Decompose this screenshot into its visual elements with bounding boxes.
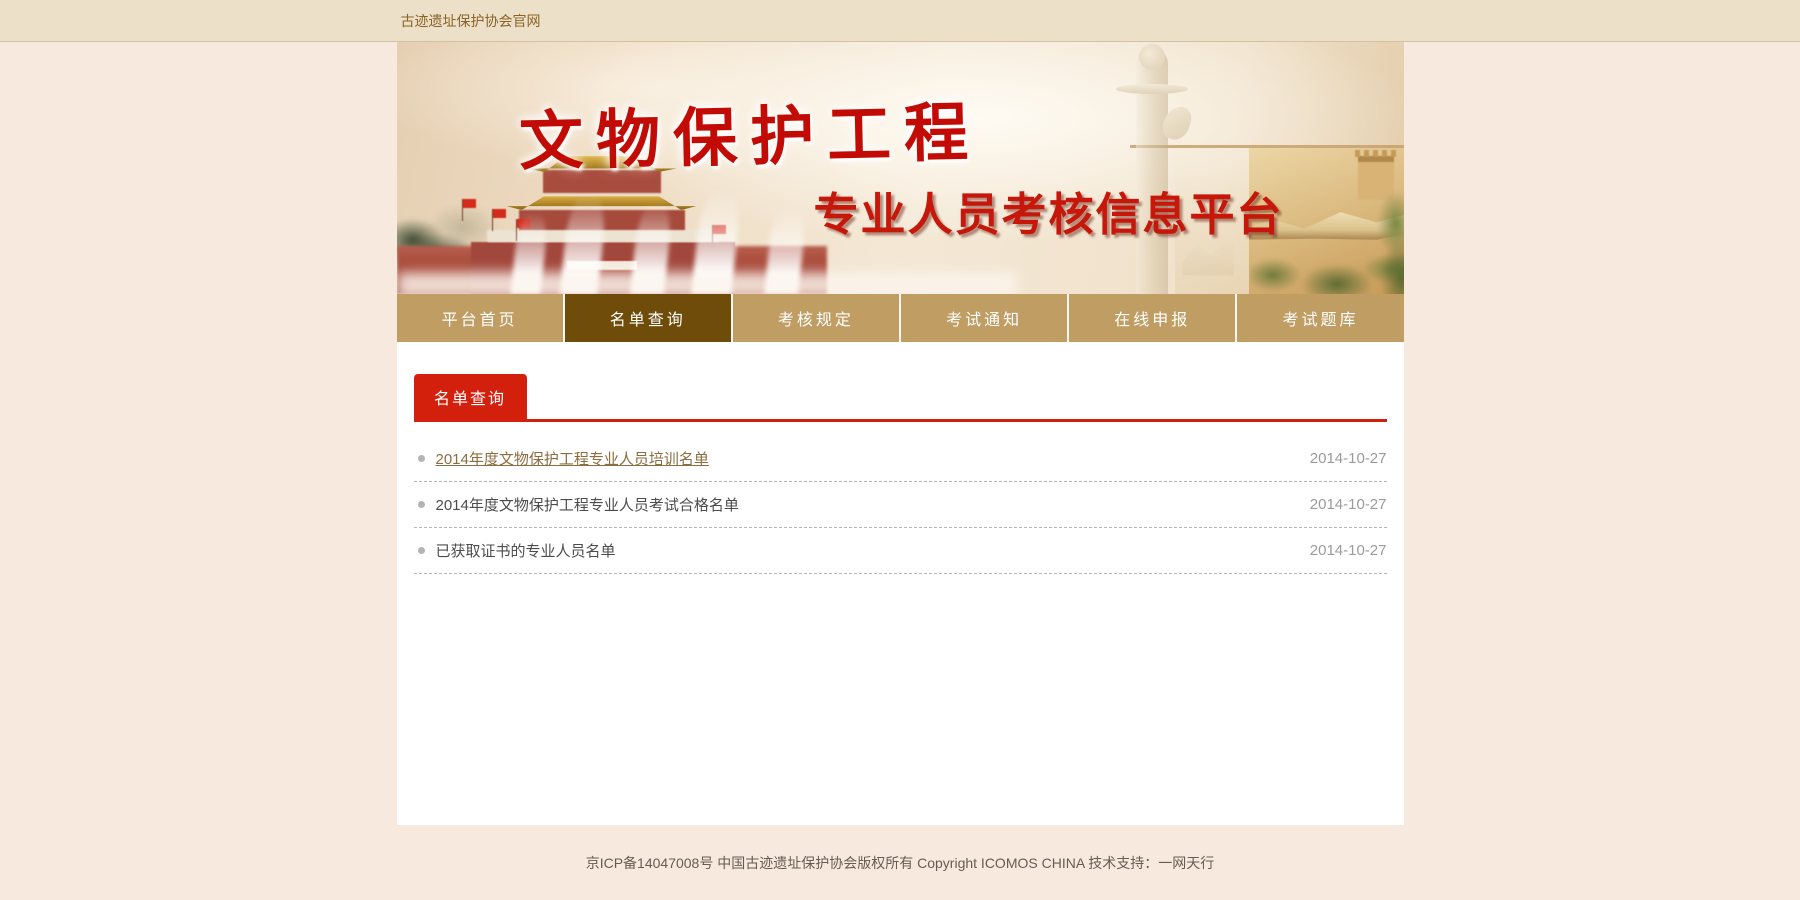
- footer-copyright: 京ICP备14047008号 中国古迹遗址保护协会版权所有 Copyright …: [0, 825, 1800, 873]
- banner-title: 文物保护工程: [518, 81, 982, 183]
- list-item-link[interactable]: 2014年度文物保护工程专业人员培训名单: [436, 448, 709, 469]
- list-item-date: 2014-10-27: [1310, 496, 1387, 513]
- list-item-date: 2014-10-27: [1310, 542, 1387, 559]
- nav-item-list-query[interactable]: 名单查询: [565, 294, 733, 342]
- list-item-date: 2014-10-27: [1310, 450, 1387, 467]
- content-panel: 名单查询 2014年度文物保护工程专业人员培训名单 2014-10-27 201…: [397, 342, 1404, 825]
- list-item: 2014年度文物保护工程专业人员考试合格名单 2014-10-27: [414, 482, 1387, 528]
- nav-item-exam-notice[interactable]: 考试通知: [901, 294, 1069, 342]
- nav-item-online-application[interactable]: 在线申报: [1069, 294, 1237, 342]
- nav-item-assessment-rules[interactable]: 考核规定: [733, 294, 901, 342]
- red-flag-icon: [493, 209, 506, 218]
- top-bar: 古迹遗址保护协会官网: [0, 0, 1800, 42]
- banner: 文物保护工程 专业人员考核信息平台: [397, 42, 1404, 294]
- bullet-icon: [418, 455, 425, 462]
- list-item: 已获取证书的专业人员名单 2014-10-27: [414, 528, 1387, 574]
- red-flag-icon: [463, 199, 476, 208]
- article-list: 2014年度文物保护工程专业人员培训名单 2014-10-27 2014年度文物…: [414, 436, 1387, 574]
- banner-subtitle: 专业人员考核信息平台: [814, 178, 1284, 243]
- main-nav: 平台首页 名单查询 考核规定 考试通知 在线申报 考试题库: [397, 294, 1404, 342]
- bullet-icon: [418, 547, 425, 554]
- list-item: 2014年度文物保护工程专业人员培训名单 2014-10-27: [414, 436, 1387, 482]
- section-header: 名单查询: [414, 374, 1387, 422]
- list-item-link[interactable]: 已获取证书的专业人员名单: [436, 540, 616, 561]
- huabiao-pillar-illustration: [1130, 48, 1174, 294]
- section-title-tab: 名单查询: [414, 374, 527, 419]
- nav-item-home[interactable]: 平台首页: [397, 294, 565, 342]
- list-item-link[interactable]: 2014年度文物保护工程专业人员考试合格名单: [436, 494, 739, 515]
- nav-item-question-bank[interactable]: 考试题库: [1237, 294, 1403, 342]
- official-site-link[interactable]: 古迹遗址保护协会官网: [397, 11, 541, 31]
- bullet-icon: [418, 501, 425, 508]
